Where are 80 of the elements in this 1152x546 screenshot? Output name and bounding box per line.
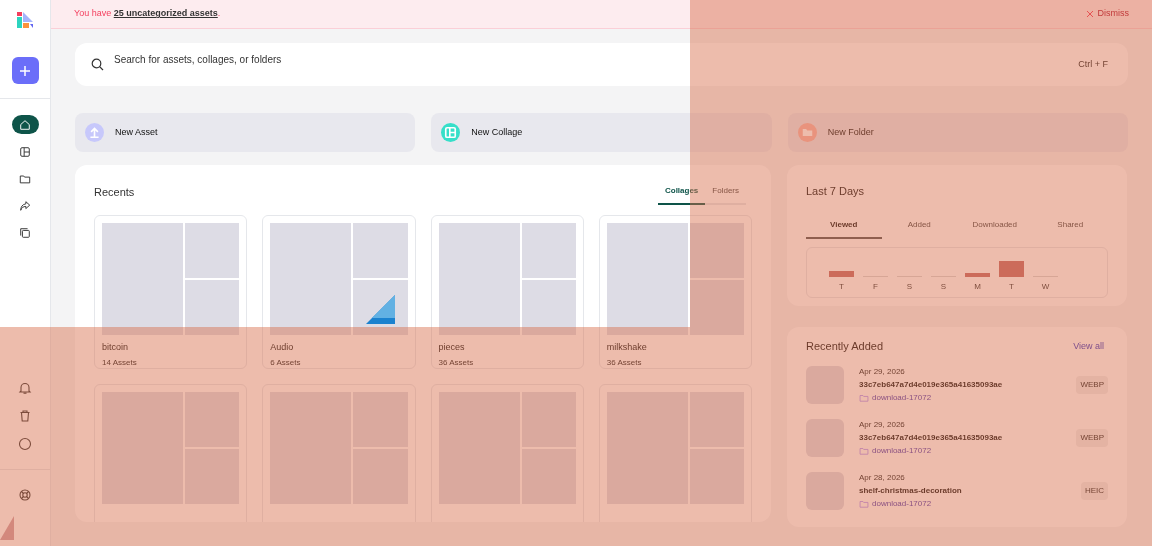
file-type-tag: WEBP <box>1076 375 1108 394</box>
upload-icon <box>85 123 104 142</box>
day-label: M <box>973 281 982 293</box>
day-label: T <box>1008 281 1015 293</box>
tab[interactable]: Downloaded <box>957 219 1033 239</box>
folder-icon <box>859 392 869 403</box>
collage-title: Audio <box>270 341 295 354</box>
collage-card[interactable]: Audio 6 Assets <box>262 215 416 369</box>
collage-card[interactable]: milkshake 36 Assets <box>598 215 752 369</box>
folder-icon <box>19 172 31 185</box>
share-arrow-icon <box>19 199 31 212</box>
copy-icon <box>19 226 31 239</box>
day-label: W <box>1040 281 1051 293</box>
shortcut-hint: Ctrl + F <box>1078 57 1108 71</box>
asset-count: 36 Assets <box>438 356 475 369</box>
new-collage-button[interactable]: New Collage <box>431 113 772 152</box>
bell-icon <box>18 381 32 395</box>
nav-item[interactable] <box>18 409 32 423</box>
tab[interactable]: Shared <box>1032 219 1108 239</box>
collage-icon <box>441 123 461 142</box>
folder-link[interactable]: download-17072 <box>872 391 932 404</box>
collage-card[interactable]: pieces 36 Assets <box>430 215 584 369</box>
search-input[interactable]: Search for assets, collages, or folders <box>114 52 1069 67</box>
tab[interactable]: Added <box>881 219 957 239</box>
corner-triangle-icon <box>0 516 14 540</box>
folder-link[interactable]: download-17072 <box>872 444 932 457</box>
folder-icon <box>859 498 869 509</box>
asset-count: 36 Assets <box>606 356 643 369</box>
thumbnail-placeholder <box>185 280 240 335</box>
close-icon <box>1085 10 1094 18</box>
collage-card[interactable]: bitcoin 14 Assets <box>94 215 248 369</box>
folder-icon <box>859 445 869 456</box>
file-type-tag: HEIC <box>1080 481 1108 500</box>
folder-icon <box>797 123 817 142</box>
asset-name: shelf-christmas-decoration <box>859 484 963 497</box>
asset-count: 14 Assets <box>102 356 138 369</box>
collage-title: bitcoin <box>102 341 129 354</box>
new-folder-button[interactable]: New Folder <box>787 113 1128 152</box>
day-label: T <box>838 281 845 293</box>
folder-link[interactable]: download-17072 <box>872 497 932 510</box>
nav-item[interactable] <box>18 488 32 502</box>
logo-icon <box>17 12 33 28</box>
day-label: F <box>872 281 879 293</box>
nav-item[interactable] <box>18 381 32 395</box>
circle-icon <box>18 437 32 451</box>
section-title: Last 7 Days <box>806 185 865 197</box>
tab[interactable]: Viewed <box>806 219 882 239</box>
tab[interactable]: Collages <box>657 185 706 205</box>
nav-item[interactable] <box>11 115 39 134</box>
view-all-link[interactable]: View all <box>1073 339 1104 353</box>
add-button[interactable] <box>11 57 39 84</box>
chart-bar <box>965 273 990 277</box>
asset-count: 6 Assets <box>270 356 302 369</box>
notice-text: You have 25 uncategorized assets. <box>74 7 221 21</box>
thumbnail-placeholder <box>185 223 240 278</box>
chart-bar <box>999 261 1024 277</box>
nav-item[interactable] <box>18 437 32 451</box>
file-type-tag: WEBP <box>1076 428 1108 447</box>
lifebuoy-icon <box>18 488 32 502</box>
asset-name: 33c7eb647a7d4e019e365a41635093ae <box>859 378 1004 391</box>
home-icon <box>19 118 31 131</box>
collage-icon <box>19 145 31 158</box>
new-asset-button[interactable]: New Asset <box>75 113 416 152</box>
collage-title: pieces <box>438 341 466 354</box>
dismiss-button[interactable]: Dismiss <box>1085 7 1129 21</box>
tab[interactable]: Folders <box>705 185 746 205</box>
plus-icon <box>19 64 31 77</box>
day-label: S <box>905 281 914 293</box>
search-field[interactable]: Search for assets, collages, or folders Ctrl + F <box>75 43 1128 86</box>
day-label: S <box>939 281 948 293</box>
asset-date: Apr 28, 2026 <box>859 471 906 484</box>
asset-name: 33c7eb647a7d4e019e365a41635093ae <box>859 431 1004 444</box>
asset-date: Apr 29, 2026 <box>859 365 906 378</box>
asset-date: Apr 29, 2026 <box>859 418 906 431</box>
section-title: Recents <box>94 185 135 200</box>
section-title: Recently Added <box>806 339 884 354</box>
chart-bar <box>829 271 854 277</box>
search-icon <box>91 58 104 71</box>
collage-title: milkshake <box>606 341 648 354</box>
trash-icon <box>18 409 32 423</box>
